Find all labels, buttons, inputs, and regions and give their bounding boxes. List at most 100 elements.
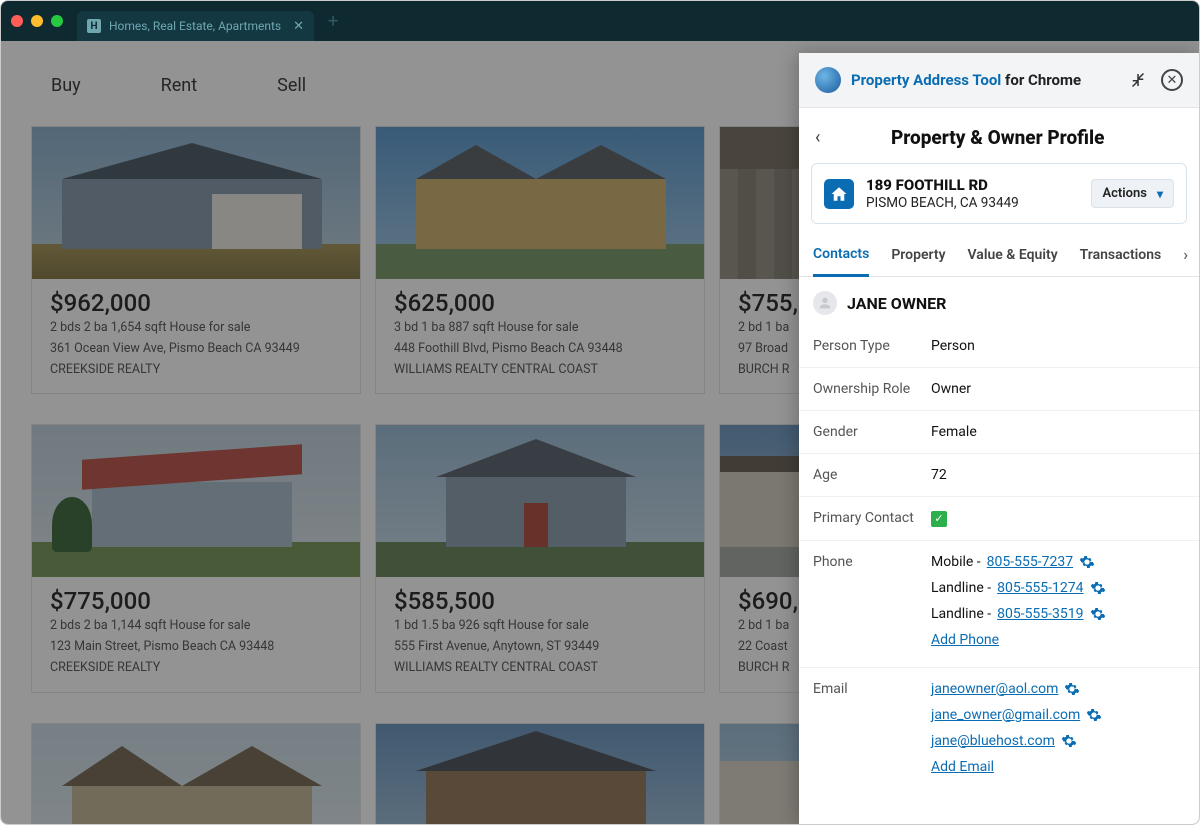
listing-realty: WILLIAMS REALTY CENTRAL COAST bbox=[394, 659, 686, 678]
label-email: Email bbox=[813, 681, 931, 697]
listing-specs: 2 bds 2 ba 1,144 sqft House for sale bbox=[50, 617, 342, 636]
tab-transactions[interactable]: Transactions bbox=[1080, 237, 1162, 275]
gear-icon[interactable] bbox=[1086, 707, 1102, 723]
value-ownership-role: Owner bbox=[931, 381, 1185, 397]
window-controls bbox=[11, 15, 63, 27]
listing-card[interactable]: $625,000 3 bd 1 ba 887 sqft House for sa… bbox=[375, 126, 705, 394]
phone-entry: Landline - 805-555-3519 bbox=[931, 606, 1185, 622]
listing-price: $625,000 bbox=[394, 289, 686, 317]
close-panel-icon[interactable]: ✕ bbox=[1161, 69, 1183, 91]
tab-property[interactable]: Property bbox=[891, 237, 945, 275]
chevron-down-icon: ▾ bbox=[1157, 187, 1163, 201]
checkmark-icon: ✓ bbox=[931, 511, 947, 527]
listing-card[interactable] bbox=[31, 723, 361, 825]
listing-price: $585,500 bbox=[394, 587, 686, 615]
row-ownership-role: Ownership Role Owner bbox=[799, 368, 1199, 411]
close-window-button[interactable] bbox=[11, 15, 23, 27]
label-primary-contact: Primary Contact bbox=[813, 510, 931, 527]
listing-image bbox=[376, 724, 704, 825]
gear-icon[interactable] bbox=[1090, 580, 1106, 596]
email-entry: janeowner@aol.com bbox=[931, 681, 1185, 697]
add-phone-link[interactable]: Add Phone bbox=[931, 632, 999, 648]
listing-card[interactable]: $775,000 2 bds 2 ba 1,144 sqft House for… bbox=[31, 424, 361, 692]
row-person-type: Person Type Person bbox=[799, 325, 1199, 368]
panel-subtitle: Property & Owner Profile bbox=[812, 126, 1183, 149]
owner-header: JANE OWNER bbox=[799, 277, 1199, 325]
gear-icon[interactable] bbox=[1079, 554, 1095, 570]
tab-title: Homes, Real Estate, Apartments bbox=[109, 19, 281, 33]
row-age: Age 72 bbox=[799, 454, 1199, 497]
label-person-type: Person Type bbox=[813, 338, 931, 354]
panel-subheader: ‹ Property & Owner Profile bbox=[799, 108, 1199, 163]
label-phone: Phone bbox=[813, 554, 931, 570]
value-primary-contact: ✓ bbox=[931, 510, 1185, 527]
value-person-type: Person bbox=[931, 338, 1185, 354]
row-email: Email janeowner@aol.com jane_owner@gmail… bbox=[799, 668, 1199, 788]
browser-tab[interactable]: H Homes, Real Estate, Apartments ✕ bbox=[77, 11, 314, 41]
label-age: Age bbox=[813, 467, 931, 483]
extension-panel: Property Address Tool for Chrome ✕ ‹ Pro… bbox=[799, 53, 1199, 824]
email-entry: jane@bluehost.com bbox=[931, 733, 1185, 749]
listing-price: $962,000 bbox=[50, 289, 342, 317]
listing-card[interactable]: $962,000 2 bds 2 ba 1,654 sqft House for… bbox=[31, 126, 361, 394]
label-ownership-role: Ownership Role bbox=[813, 381, 931, 397]
listing-address: 123 Main Street, Pismo Beach CA 93448 bbox=[50, 638, 342, 657]
value-gender: Female bbox=[931, 424, 1185, 440]
phone-link[interactable]: 805-555-1274 bbox=[997, 580, 1083, 596]
email-entry: jane_owner@gmail.com bbox=[931, 707, 1185, 723]
actions-label: Actions bbox=[1102, 186, 1147, 201]
email-link[interactable]: jane@bluehost.com bbox=[931, 733, 1055, 749]
address-line2: PISMO BEACH, CA 93449 bbox=[866, 195, 1019, 211]
listing-image bbox=[376, 127, 704, 279]
listing-specs: 1 bd 1.5 ba 926 sqft House for sale bbox=[394, 617, 686, 636]
tab-favicon-icon: H bbox=[87, 19, 101, 33]
listing-address: 361 Ocean View Ave, Pismo Beach CA 93449 bbox=[50, 340, 342, 359]
maximize-window-button[interactable] bbox=[51, 15, 63, 27]
gear-icon[interactable] bbox=[1064, 681, 1080, 697]
gear-icon[interactable] bbox=[1090, 606, 1106, 622]
value-age: 72 bbox=[931, 467, 1185, 483]
add-email-link[interactable]: Add Email bbox=[931, 759, 994, 775]
tab-contacts[interactable]: Contacts bbox=[813, 236, 869, 277]
panel-title: Property Address Tool for Chrome bbox=[851, 71, 1081, 89]
listing-card[interactable] bbox=[375, 723, 705, 825]
phone-type: Landline - bbox=[931, 580, 991, 596]
gear-icon[interactable] bbox=[1061, 733, 1077, 749]
close-tab-icon[interactable]: ✕ bbox=[293, 19, 304, 34]
listing-image bbox=[376, 425, 704, 577]
address-line1: 189 FOOTHILL RD bbox=[866, 176, 1019, 194]
listing-address: 448 Foothill Blvd, Pismo Beach CA 93448 bbox=[394, 340, 686, 359]
tab-value-equity[interactable]: Value & Equity bbox=[968, 237, 1058, 275]
listing-image bbox=[32, 127, 360, 279]
row-primary-contact: Primary Contact ✓ bbox=[799, 497, 1199, 541]
tabs-scroll-right-icon[interactable]: › bbox=[1183, 245, 1188, 268]
collapse-icon[interactable] bbox=[1129, 71, 1147, 89]
owner-name: JANE OWNER bbox=[847, 294, 946, 313]
listing-realty: CREEKSIDE REALTY bbox=[50, 659, 342, 678]
row-phone: Phone Mobile - 805-555-7237 Landline - 8… bbox=[799, 541, 1199, 661]
listing-card[interactable]: $585,500 1 bd 1.5 ba 926 sqft House for … bbox=[375, 424, 705, 692]
listing-price: $775,000 bbox=[50, 587, 342, 615]
phone-link[interactable]: 805-555-3519 bbox=[997, 606, 1083, 622]
nav-buy[interactable]: Buy bbox=[51, 75, 81, 96]
nav-sell[interactable]: Sell bbox=[277, 75, 306, 96]
phone-entry: Mobile - 805-555-7237 bbox=[931, 554, 1185, 570]
panel-tabs: Contacts Property Value & Equity Transac… bbox=[799, 236, 1199, 277]
phone-link[interactable]: 805-555-7237 bbox=[987, 554, 1073, 570]
phone-entry: Landline - 805-555-1274 bbox=[931, 580, 1185, 596]
row-gender: Gender Female bbox=[799, 411, 1199, 454]
actions-dropdown[interactable]: Actions ▾ bbox=[1091, 179, 1174, 208]
email-link[interactable]: janeowner@aol.com bbox=[931, 681, 1058, 697]
nav-rent[interactable]: Rent bbox=[161, 75, 197, 96]
house-icon bbox=[824, 179, 854, 209]
address-card: 189 FOOTHILL RD PISMO BEACH, CA 93449 Ac… bbox=[811, 163, 1187, 224]
extension-logo-icon bbox=[815, 67, 841, 93]
listing-specs: 3 bd 1 ba 887 sqft House for sale bbox=[394, 319, 686, 338]
listing-image bbox=[32, 724, 360, 825]
new-tab-button[interactable]: + bbox=[328, 11, 338, 32]
email-link[interactable]: jane_owner@gmail.com bbox=[931, 707, 1080, 723]
browser-titlebar: H Homes, Real Estate, Apartments ✕ + bbox=[1, 1, 1199, 41]
listing-image bbox=[32, 425, 360, 577]
listing-address: 555 First Avenue, Anytown, ST 93449 bbox=[394, 638, 686, 657]
minimize-window-button[interactable] bbox=[31, 15, 43, 27]
